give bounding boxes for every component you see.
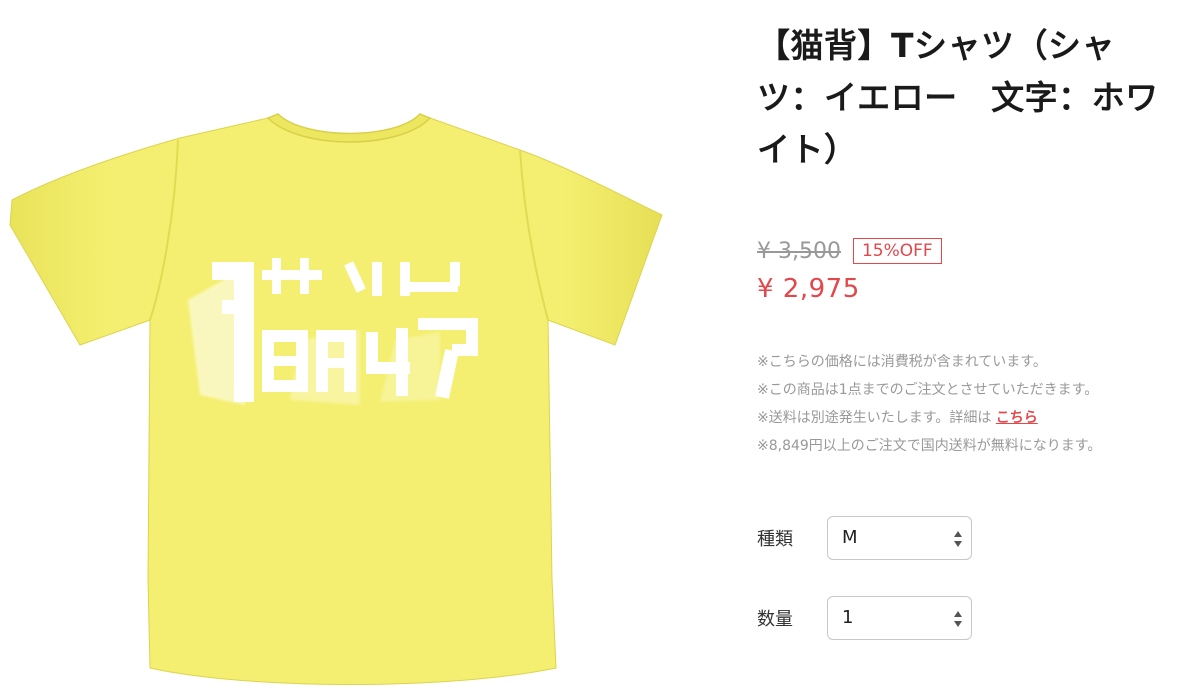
product-page: 【猫背】Tシャツ（シャツ：イエロー 文字：ホワイト） ¥ 3,500 15%OF… <box>0 0 1200 695</box>
kind-label: 種類 <box>757 529 793 550</box>
tax-note: ※こちらの価格には消費税が含まれています。 <box>757 354 1047 370</box>
discount-badge: 15%OFF <box>852 238 942 264</box>
free-shipping-note: ※8,849円以上のご注文で国内送料が無料になります。 <box>757 438 1102 454</box>
original-price: ¥ 3,500 <box>757 238 841 264</box>
select-arrows-icon <box>954 611 962 627</box>
select-arrows-icon <box>954 531 962 547</box>
kind-option-row: 種類 M <box>757 516 1177 560</box>
quantity-select-value: 1 <box>842 607 854 628</box>
kind-select-value: M <box>842 527 858 548</box>
shipping-note-text: ※送料は別途発生いたします。詳細は <box>757 410 992 426</box>
quantity-option-row: 数量 1 <box>757 596 1177 640</box>
limit-note: ※この商品は1点までのご注文とさせていただきます。 <box>757 382 1099 398</box>
product-title: 【猫背】Tシャツ（シャツ：イエロー 文字：ホワイト） <box>757 26 1159 169</box>
quantity-select[interactable]: 1 <box>827 596 972 640</box>
shipping-details-link[interactable]: こちら <box>996 410 1038 426</box>
price-row: ¥ 3,500 15%OFF <box>757 236 1177 266</box>
shipping-note: ※送料は別途発生いたします。詳細は こちら <box>757 404 1177 432</box>
price-notes: ※こちらの価格には消費税が含まれています。 ※この商品は1点までのご注文とさせて… <box>757 348 1177 460</box>
product-image[interactable] <box>0 0 680 695</box>
product-info: 【猫背】Tシャツ（シャツ：イエロー 文字：ホワイト） ¥ 3,500 15%OF… <box>757 20 1177 640</box>
sale-price: ¥ 2,975 <box>757 274 860 304</box>
tshirt-illustration <box>9 113 663 685</box>
quantity-label: 数量 <box>757 609 793 630</box>
kind-select[interactable]: M <box>827 516 972 560</box>
